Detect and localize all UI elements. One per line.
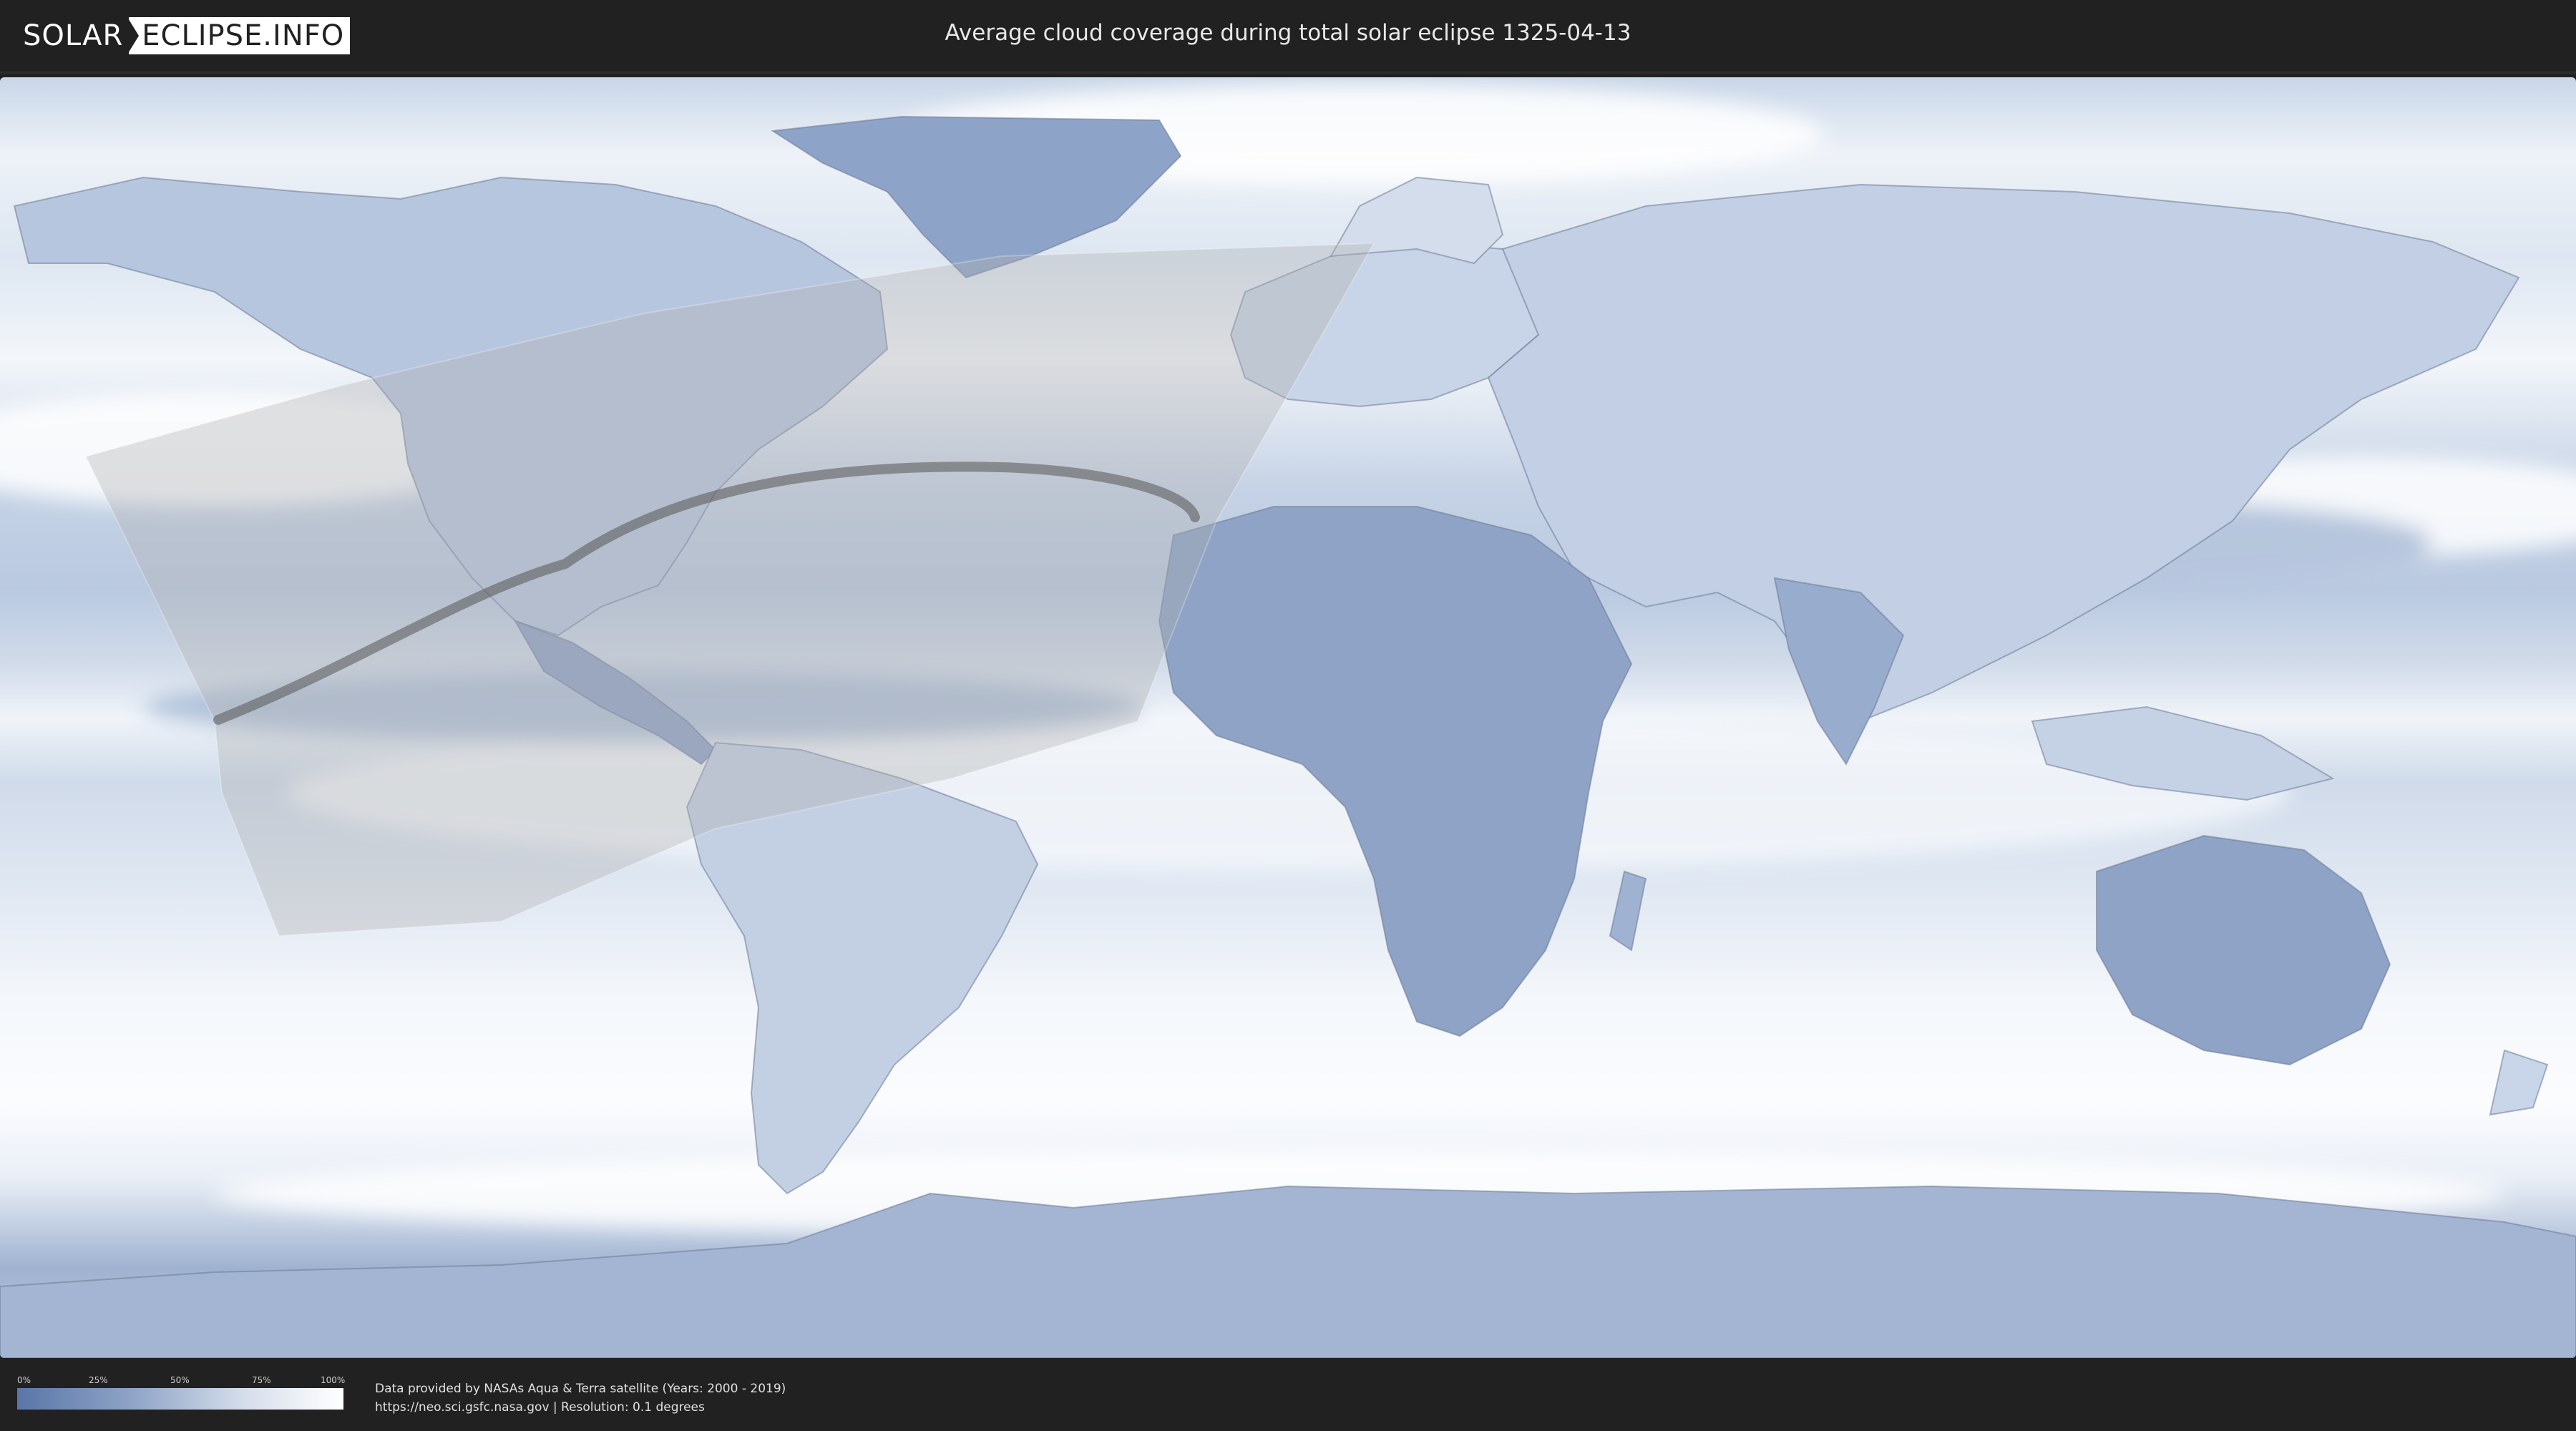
credits-line-1: Data provided by NASAs Aqua & Terra sate…: [375, 1382, 786, 1396]
data-credits: Data provided by NASAs Aqua & Terra sate…: [375, 1379, 786, 1417]
cloud-coverage-map[interactable]: [0, 77, 2576, 1358]
cloud-coverage-legend: 0% 25% 50% 75% 100%: [17, 1375, 346, 1410]
legend-color-bar: [17, 1388, 343, 1410]
credits-line-2: https://neo.sci.gsfc.nasa.gov | Resoluti…: [375, 1400, 705, 1415]
world-map-svg: [0, 77, 2576, 1358]
legend-tick-25: 25%: [89, 1375, 108, 1385]
page-title: Average cloud coverage during total sola…: [945, 20, 1631, 46]
legend-tick-100: 100%: [321, 1375, 346, 1385]
legend-tick-0: 0%: [17, 1375, 31, 1385]
legend-tick-50: 50%: [170, 1375, 190, 1385]
header-bar: SOLAR ECLIPSE.INFO Average cloud coverag…: [0, 0, 2576, 74]
legend-tick-75: 75%: [252, 1375, 271, 1385]
footer-bar: 0% 25% 50% 75% 100% Data provided by NAS…: [0, 1358, 2576, 1431]
legend-ticks: 0% 25% 50% 75% 100%: [17, 1375, 346, 1388]
